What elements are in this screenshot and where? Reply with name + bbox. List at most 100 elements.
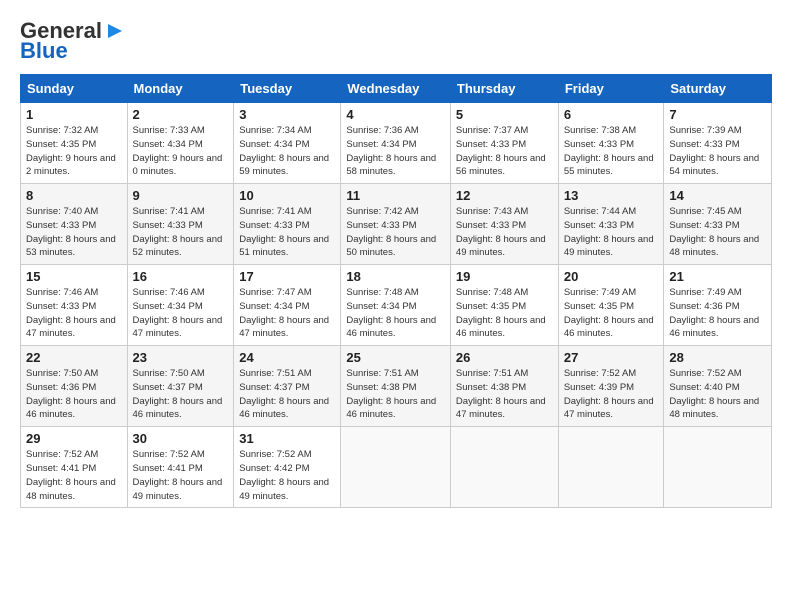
day-number: 4 [346, 107, 445, 122]
day-number: 28 [669, 350, 766, 365]
sunset-text: Sunset: 4:33 PM [346, 220, 416, 231]
calendar-table: Sunday Monday Tuesday Wednesday Thursday… [20, 74, 772, 508]
col-sunday: Sunday [21, 75, 128, 103]
calendar-week-row: 8 Sunrise: 7:40 AM Sunset: 4:33 PM Dayli… [21, 184, 772, 265]
sunset-text: Sunset: 4:33 PM [564, 220, 634, 231]
sunrise-text: Sunrise: 7:46 AM [133, 287, 205, 298]
sunrise-text: Sunrise: 7:52 AM [564, 368, 636, 379]
logo-blue: Blue [20, 38, 68, 64]
daylight-text: Daylight: 8 hours and 52 minutes. [133, 234, 223, 259]
day-number: 16 [133, 269, 229, 284]
header: General Blue [20, 18, 772, 64]
sunrise-text: Sunrise: 7:52 AM [669, 368, 741, 379]
sunset-text: Sunset: 4:34 PM [133, 139, 203, 150]
daylight-text: Daylight: 8 hours and 46 minutes. [26, 396, 116, 421]
table-row: 21 Sunrise: 7:49 AM Sunset: 4:36 PM Dayl… [664, 265, 772, 346]
table-row: 6 Sunrise: 7:38 AM Sunset: 4:33 PM Dayli… [558, 103, 664, 184]
day-number: 3 [239, 107, 335, 122]
day-info: Sunrise: 7:52 AM Sunset: 4:41 PM Dayligh… [26, 448, 122, 503]
day-info: Sunrise: 7:41 AM Sunset: 4:33 PM Dayligh… [133, 205, 229, 260]
sunset-text: Sunset: 4:35 PM [564, 301, 634, 312]
daylight-text: Daylight: 8 hours and 47 minutes. [239, 315, 329, 340]
col-friday: Friday [558, 75, 664, 103]
day-info: Sunrise: 7:50 AM Sunset: 4:36 PM Dayligh… [26, 367, 122, 422]
table-row: 15 Sunrise: 7:46 AM Sunset: 4:33 PM Dayl… [21, 265, 128, 346]
table-row: 29 Sunrise: 7:52 AM Sunset: 4:41 PM Dayl… [21, 427, 128, 508]
sunset-text: Sunset: 4:33 PM [26, 301, 96, 312]
col-wednesday: Wednesday [341, 75, 451, 103]
sunset-text: Sunset: 4:40 PM [669, 382, 739, 393]
daylight-text: Daylight: 8 hours and 51 minutes. [239, 234, 329, 259]
calendar-week-row: 15 Sunrise: 7:46 AM Sunset: 4:33 PM Dayl… [21, 265, 772, 346]
table-row: 23 Sunrise: 7:50 AM Sunset: 4:37 PM Dayl… [127, 346, 234, 427]
sunrise-text: Sunrise: 7:46 AM [26, 287, 98, 298]
calendar-week-row: 22 Sunrise: 7:50 AM Sunset: 4:36 PM Dayl… [21, 346, 772, 427]
day-number: 8 [26, 188, 122, 203]
sunrise-text: Sunrise: 7:42 AM [346, 206, 418, 217]
table-row [450, 427, 558, 508]
sunset-text: Sunset: 4:35 PM [26, 139, 96, 150]
table-row: 10 Sunrise: 7:41 AM Sunset: 4:33 PM Dayl… [234, 184, 341, 265]
daylight-text: Daylight: 8 hours and 54 minutes. [669, 153, 759, 178]
sunset-text: Sunset: 4:33 PM [669, 139, 739, 150]
day-info: Sunrise: 7:52 AM Sunset: 4:39 PM Dayligh… [564, 367, 659, 422]
day-number: 2 [133, 107, 229, 122]
day-info: Sunrise: 7:52 AM Sunset: 4:40 PM Dayligh… [669, 367, 766, 422]
day-number: 22 [26, 350, 122, 365]
page: General Blue Sunday Monday Tuesday Wedne… [0, 0, 792, 518]
daylight-text: Daylight: 8 hours and 49 minutes. [133, 477, 223, 502]
day-number: 23 [133, 350, 229, 365]
sunset-text: Sunset: 4:34 PM [239, 139, 309, 150]
sunset-text: Sunset: 4:34 PM [239, 301, 309, 312]
day-number: 11 [346, 188, 445, 203]
daylight-text: Daylight: 8 hours and 46 minutes. [346, 396, 436, 421]
daylight-text: Daylight: 9 hours and 2 minutes. [26, 153, 116, 178]
sunset-text: Sunset: 4:36 PM [669, 301, 739, 312]
daylight-text: Daylight: 8 hours and 59 minutes. [239, 153, 329, 178]
sunset-text: Sunset: 4:36 PM [26, 382, 96, 393]
day-info: Sunrise: 7:43 AM Sunset: 4:33 PM Dayligh… [456, 205, 553, 260]
table-row: 5 Sunrise: 7:37 AM Sunset: 4:33 PM Dayli… [450, 103, 558, 184]
day-number: 30 [133, 431, 229, 446]
day-info: Sunrise: 7:51 AM Sunset: 4:38 PM Dayligh… [456, 367, 553, 422]
sunset-text: Sunset: 4:42 PM [239, 463, 309, 474]
day-number: 20 [564, 269, 659, 284]
sunrise-text: Sunrise: 7:47 AM [239, 287, 311, 298]
table-row: 18 Sunrise: 7:48 AM Sunset: 4:34 PM Dayl… [341, 265, 451, 346]
day-number: 14 [669, 188, 766, 203]
day-number: 31 [239, 431, 335, 446]
day-number: 24 [239, 350, 335, 365]
table-row: 19 Sunrise: 7:48 AM Sunset: 4:35 PM Dayl… [450, 265, 558, 346]
daylight-text: Daylight: 8 hours and 46 minutes. [239, 396, 329, 421]
sunrise-text: Sunrise: 7:51 AM [239, 368, 311, 379]
day-info: Sunrise: 7:46 AM Sunset: 4:33 PM Dayligh… [26, 286, 122, 341]
sunset-text: Sunset: 4:33 PM [564, 139, 634, 150]
sunrise-text: Sunrise: 7:44 AM [564, 206, 636, 217]
logo: General Blue [20, 18, 126, 64]
day-number: 1 [26, 107, 122, 122]
table-row: 14 Sunrise: 7:45 AM Sunset: 4:33 PM Dayl… [664, 184, 772, 265]
table-row: 24 Sunrise: 7:51 AM Sunset: 4:37 PM Dayl… [234, 346, 341, 427]
day-info: Sunrise: 7:32 AM Sunset: 4:35 PM Dayligh… [26, 124, 122, 179]
table-row: 13 Sunrise: 7:44 AM Sunset: 4:33 PM Dayl… [558, 184, 664, 265]
sunset-text: Sunset: 4:38 PM [346, 382, 416, 393]
col-saturday: Saturday [664, 75, 772, 103]
day-info: Sunrise: 7:44 AM Sunset: 4:33 PM Dayligh… [564, 205, 659, 260]
daylight-text: Daylight: 8 hours and 46 minutes. [456, 315, 546, 340]
sunset-text: Sunset: 4:33 PM [239, 220, 309, 231]
sunset-text: Sunset: 4:34 PM [346, 301, 416, 312]
day-number: 26 [456, 350, 553, 365]
daylight-text: Daylight: 8 hours and 46 minutes. [564, 315, 654, 340]
table-row [341, 427, 451, 508]
calendar-week-row: 29 Sunrise: 7:52 AM Sunset: 4:41 PM Dayl… [21, 427, 772, 508]
table-row: 8 Sunrise: 7:40 AM Sunset: 4:33 PM Dayli… [21, 184, 128, 265]
sunrise-text: Sunrise: 7:49 AM [669, 287, 741, 298]
logo-arrow-icon [104, 20, 126, 42]
day-number: 10 [239, 188, 335, 203]
table-row: 4 Sunrise: 7:36 AM Sunset: 4:34 PM Dayli… [341, 103, 451, 184]
table-row: 2 Sunrise: 7:33 AM Sunset: 4:34 PM Dayli… [127, 103, 234, 184]
table-row: 17 Sunrise: 7:47 AM Sunset: 4:34 PM Dayl… [234, 265, 341, 346]
daylight-text: Daylight: 8 hours and 46 minutes. [669, 315, 759, 340]
day-info: Sunrise: 7:36 AM Sunset: 4:34 PM Dayligh… [346, 124, 445, 179]
sunset-text: Sunset: 4:35 PM [456, 301, 526, 312]
